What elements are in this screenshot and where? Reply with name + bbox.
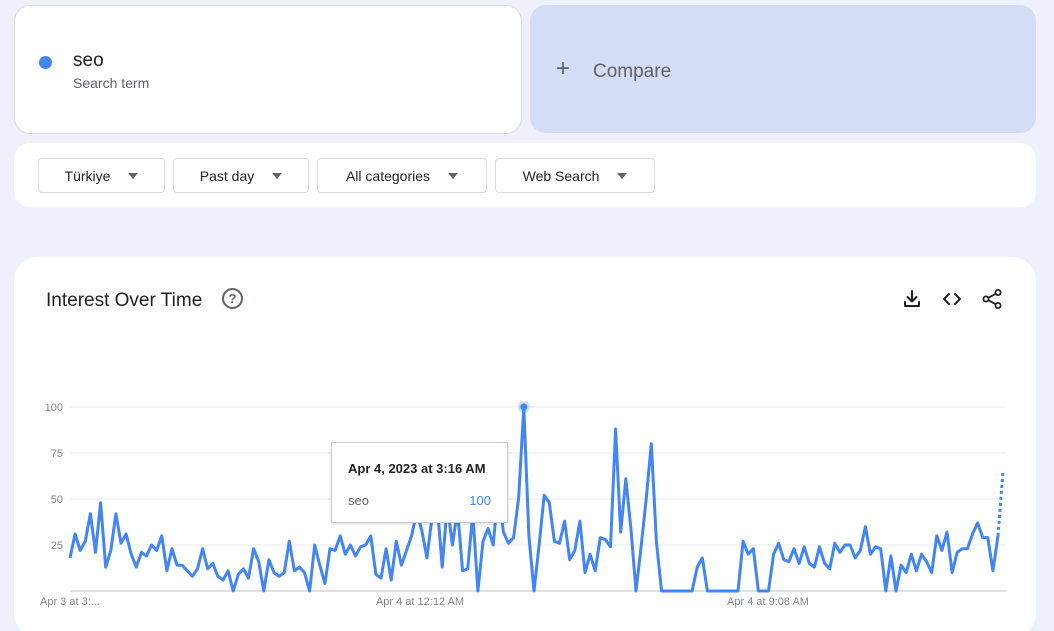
x-tick-label: Apr 4 at 9:08 AM bbox=[727, 596, 809, 608]
interest-line-chart: 100 75 50 25 Apr 3 at 3:... Apr 4 at 12:12 A… bbox=[40, 401, 1006, 608]
partial-data-line bbox=[996, 471, 1005, 536]
tooltip-term: seo bbox=[348, 493, 369, 508]
x-tick-label: Apr 4 at 12:12 AM bbox=[376, 596, 464, 608]
y-tick-label: 75 bbox=[51, 448, 63, 460]
tooltip-value: 100 bbox=[469, 493, 491, 508]
chart-tooltip: Apr 4, 2023 at 3:16 AM seo 100 bbox=[331, 442, 508, 523]
y-tick-label: 100 bbox=[45, 402, 63, 414]
x-tick-label: Apr 3 at 3:... bbox=[40, 596, 100, 608]
tooltip-date: Apr 4, 2023 at 3:16 AM bbox=[348, 461, 486, 476]
y-tick-label: 50 bbox=[51, 494, 63, 506]
y-tick-label: 25 bbox=[51, 540, 63, 552]
highlight-point bbox=[520, 403, 528, 411]
